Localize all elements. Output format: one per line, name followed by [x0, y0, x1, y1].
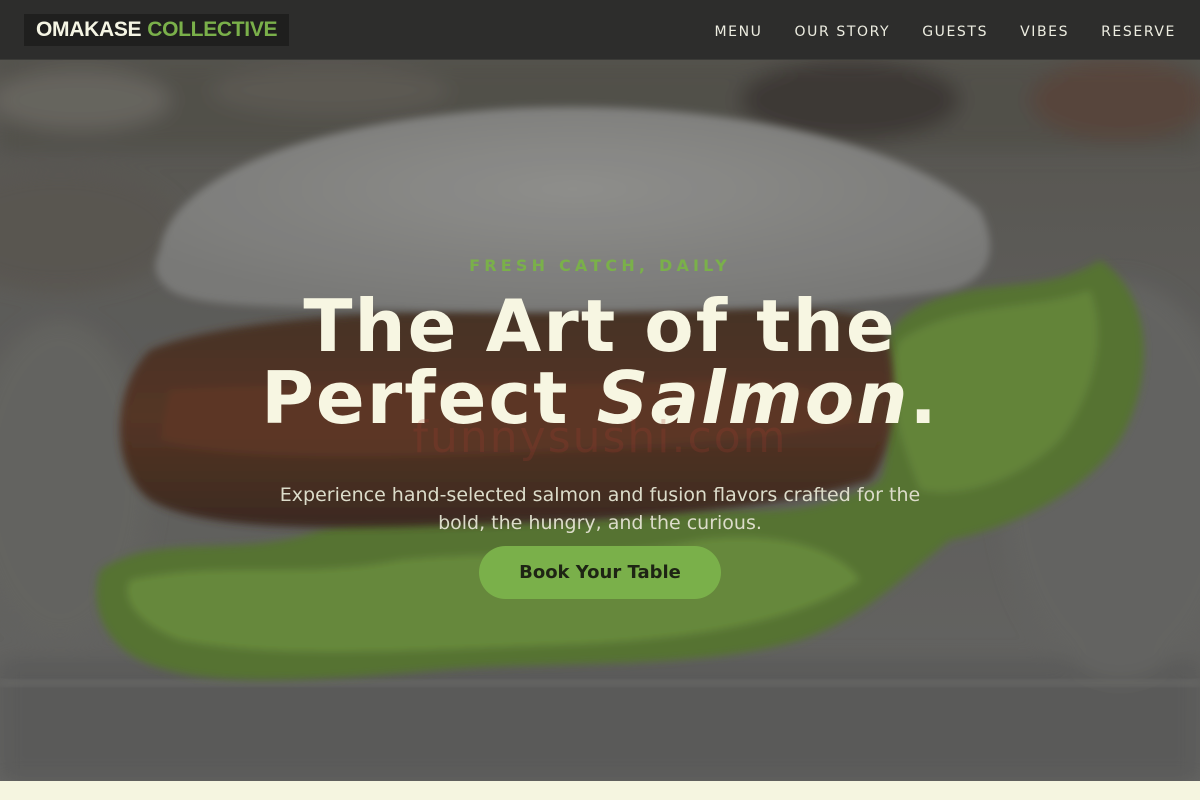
hero-subtitle: Experience hand-selected salmon and fusi… — [279, 484, 921, 534]
brand-name-accent: COLLECTIVE — [147, 18, 278, 41]
hero-headline-prefix: Perfect — [261, 356, 597, 440]
nav-link-our-story[interactable]: OUR STORY — [795, 24, 891, 40]
next-section-edge — [0, 781, 1200, 800]
top-navigation-bar: OMAKASE COLLECTIVE MENU OUR STORY GUESTS… — [0, 0, 1200, 60]
nav-link-guests[interactable]: GUESTS — [922, 24, 988, 40]
brand-logo[interactable]: OMAKASE COLLECTIVE — [24, 14, 290, 46]
nav-link-reserve[interactable]: RESERVE — [1101, 24, 1176, 40]
hero-section: FRESH CATCH, DAILY The Art of the Perfec… — [0, 60, 1200, 781]
nav-link-vibes[interactable]: VIBES — [1020, 24, 1069, 40]
nav-link-menu[interactable]: MENU — [714, 24, 762, 40]
hero-eyebrow: FRESH CATCH, DAILY — [469, 256, 731, 275]
hero-headline-suffix: . — [909, 356, 939, 440]
brand-name-primary: OMAKASE — [36, 18, 142, 41]
hero-headline-line-2: Perfect Salmon. — [0, 362, 1200, 434]
hero-headline-line-1: The Art of the — [303, 284, 897, 368]
hero-content: FRESH CATCH, DAILY The Art of the Perfec… — [0, 60, 1200, 781]
hero-headline-emphasis: Salmon — [596, 356, 910, 440]
nav-menu: MENU OUR STORY GUESTS VIBES RESERVE — [682, 0, 1176, 60]
book-table-button[interactable]: Book Your Table — [479, 546, 721, 599]
hero-headline: The Art of the Perfect Salmon. — [0, 290, 1200, 434]
